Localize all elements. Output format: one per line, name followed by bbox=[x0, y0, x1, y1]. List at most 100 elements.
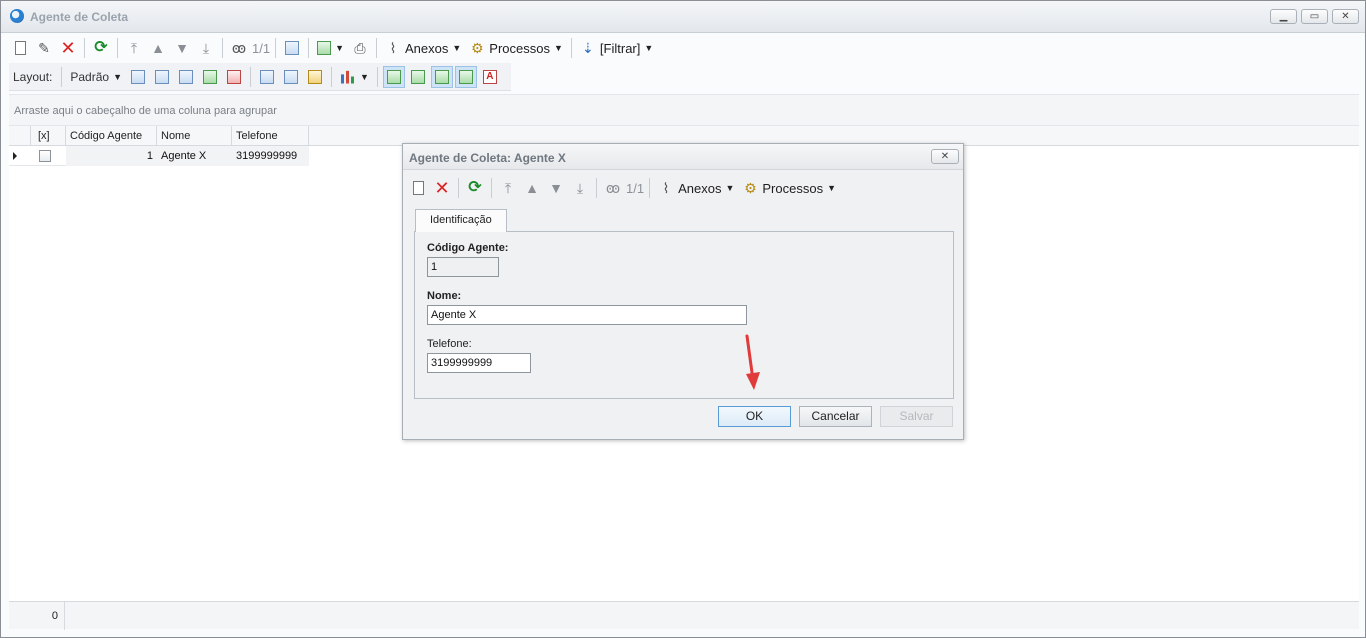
layout-delete-button[interactable] bbox=[223, 66, 245, 88]
gears-icon: ⚙ bbox=[744, 180, 757, 196]
layout-save-button[interactable] bbox=[127, 66, 149, 88]
telefone-field[interactable]: 3199999999 bbox=[427, 353, 531, 373]
separator bbox=[275, 38, 277, 58]
column-header-nome[interactable]: Nome bbox=[157, 126, 232, 146]
view-preview-button[interactable] bbox=[454, 65, 477, 88]
refresh-button[interactable]: ⟳ bbox=[90, 37, 112, 59]
next-record-icon: ▼ bbox=[175, 40, 189, 56]
print-button[interactable]: ⎙ bbox=[349, 37, 371, 59]
previous-record-button[interactable]: ▲ bbox=[147, 37, 169, 59]
group-icon bbox=[260, 69, 274, 84]
separator bbox=[331, 66, 332, 87]
chevron-down-icon: ▼ bbox=[554, 43, 563, 53]
dialog-refresh-button[interactable]: ⟳ bbox=[464, 177, 486, 199]
cancelar-button[interactable]: Cancelar bbox=[799, 406, 872, 427]
chevron-down-icon: ▼ bbox=[360, 71, 369, 82]
padrao-dropdown[interactable]: Padrão ▼ bbox=[67, 66, 125, 88]
view-grid-button[interactable] bbox=[382, 65, 405, 88]
anexos-button[interactable]: ⌇ Anexos ▼ bbox=[382, 37, 464, 59]
refresh-icon: ⟳ bbox=[94, 39, 108, 56]
binoculars-icon: ꙭ bbox=[605, 180, 621, 196]
cell-nome: Agente X bbox=[157, 146, 232, 166]
row-indicator-icon bbox=[13, 152, 17, 160]
new-button[interactable] bbox=[9, 37, 31, 59]
separator bbox=[570, 38, 572, 58]
table-row[interactable]: 1 Agente X 3199999999 bbox=[9, 146, 309, 166]
dialog-processos-button[interactable]: ⚙ Processos ▼ bbox=[739, 177, 839, 199]
column-header-select[interactable]: [x] bbox=[31, 126, 66, 146]
next-record-button[interactable]: ▼ bbox=[171, 37, 193, 59]
paperclip-icon: ⌇ bbox=[389, 40, 397, 56]
detail-view-icon bbox=[434, 69, 449, 84]
minimize-button[interactable]: ▁ bbox=[1270, 9, 1297, 24]
dialog-new-button[interactable] bbox=[407, 177, 429, 199]
view-detail-button[interactable] bbox=[430, 65, 453, 88]
sum-button[interactable] bbox=[280, 66, 302, 88]
codigo-field[interactable]: 1 bbox=[427, 257, 499, 277]
edit-button[interactable]: ✎ bbox=[33, 37, 55, 59]
nome-field[interactable]: Agente X bbox=[427, 305, 747, 325]
layout-import-button[interactable] bbox=[199, 66, 221, 88]
grid-view-icon bbox=[386, 69, 401, 84]
last-record-icon: ⤓ bbox=[576, 180, 584, 196]
row-checkbox[interactable] bbox=[39, 150, 51, 162]
close-button[interactable]: ✕ bbox=[1332, 9, 1359, 24]
last-record-icon: ⤓ bbox=[202, 40, 210, 56]
dialog-close-button[interactable]: ✕ bbox=[931, 149, 959, 164]
dialog-prev-button[interactable]: ▲ bbox=[521, 177, 543, 199]
group-by-area[interactable]: Arraste aqui o cabeçalho de uma coluna p… bbox=[9, 94, 1359, 126]
tab-identificacao[interactable]: Identificação bbox=[415, 209, 507, 232]
delete-icon: ✕ bbox=[60, 38, 76, 58]
telefone-label: Telefone: bbox=[427, 338, 472, 350]
new-document-icon bbox=[14, 41, 26, 55]
dialog-next-button[interactable]: ▼ bbox=[545, 177, 567, 199]
identificacao-panel: Código Agente: 1 Nome: Agente X Telefone… bbox=[414, 231, 954, 399]
processos-button[interactable]: ⚙ Processos ▼ bbox=[466, 37, 566, 59]
delete-button[interactable]: ✕ bbox=[57, 37, 79, 59]
last-record-button[interactable]: ⤓ bbox=[195, 37, 217, 59]
salvar-button[interactable]: Salvar bbox=[880, 406, 953, 427]
separator bbox=[222, 38, 223, 58]
view-card-button[interactable] bbox=[407, 66, 429, 88]
separator bbox=[250, 66, 251, 87]
dialog-last-button[interactable]: ⤓ bbox=[569, 177, 591, 199]
export-button[interactable]: ▼ bbox=[314, 37, 347, 59]
dialog-toolbar: ✕ ⟳ ⤒ ▲ ▼ ⤓ ꙭ 1/1 ⌇ Anexos ▼ ⚙ Processos… bbox=[407, 174, 959, 202]
dialog-find-button[interactable]: ꙭ bbox=[602, 177, 624, 199]
layout-copy-icon bbox=[155, 69, 169, 84]
separator bbox=[376, 66, 378, 87]
find-button[interactable]: ꙭ bbox=[228, 37, 250, 59]
column-header-telefone[interactable]: Telefone bbox=[232, 126, 309, 146]
first-record-icon: ⤒ bbox=[504, 180, 512, 196]
columns-icon bbox=[179, 69, 193, 84]
previous-record-icon: ▲ bbox=[525, 180, 539, 196]
pdf-icon: A bbox=[482, 69, 497, 84]
restore-button[interactable]: ▭ bbox=[1301, 9, 1328, 24]
pdf-button[interactable]: A bbox=[479, 66, 501, 88]
dialog-delete-button[interactable]: ✕ bbox=[431, 177, 453, 199]
layout-copy-button[interactable] bbox=[151, 66, 173, 88]
ok-button[interactable]: OK bbox=[718, 406, 791, 427]
record-counter: 1/1 bbox=[252, 40, 271, 56]
window-controls: ▁ ▭ ✕ bbox=[1270, 9, 1359, 24]
delete-icon: ✕ bbox=[434, 178, 450, 198]
separator bbox=[84, 38, 85, 58]
column-header-codigo[interactable]: Código Agente bbox=[66, 126, 157, 146]
separator bbox=[596, 178, 597, 198]
chart-button[interactable]: ▼ bbox=[337, 66, 372, 88]
dialog-anexos-button[interactable]: ⌇ Anexos ▼ bbox=[655, 177, 737, 199]
row-indicator-header bbox=[9, 126, 31, 146]
group-button[interactable] bbox=[256, 66, 278, 88]
chevron-down-icon: ▼ bbox=[725, 183, 735, 193]
print-icon: ⎙ bbox=[354, 40, 366, 56]
calendar-button[interactable] bbox=[281, 37, 303, 59]
filter-icon: ⇣ bbox=[582, 40, 594, 56]
format-button[interactable] bbox=[304, 66, 326, 88]
previous-record-icon: ▲ bbox=[151, 40, 165, 56]
sum-icon bbox=[284, 69, 298, 84]
filtrar-button[interactable]: ⇣ [Filtrar] ▼ bbox=[577, 37, 656, 59]
first-record-button[interactable]: ⤒ bbox=[123, 37, 145, 59]
dialog-record-counter: 1/1 bbox=[626, 180, 645, 196]
layout-columns-button[interactable] bbox=[175, 66, 197, 88]
dialog-first-button[interactable]: ⤒ bbox=[497, 177, 519, 199]
